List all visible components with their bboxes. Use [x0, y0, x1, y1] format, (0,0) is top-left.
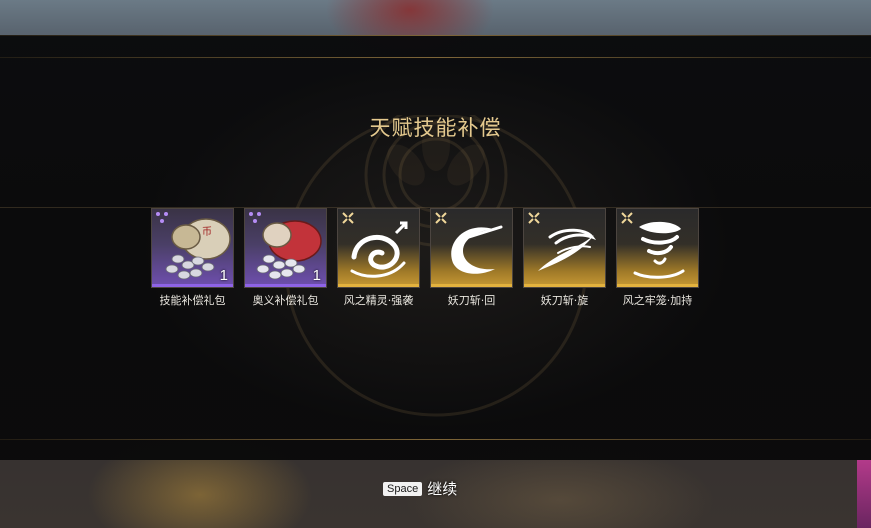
- reward-item-spiral-slash[interactable]: 妖刀斩·旋: [523, 208, 606, 308]
- reward-list: 币 1 技能补偿礼包 1 奥义补偿礼包 风之精灵·强袭 妖刀斩·回 妖刀斩·旋 …: [151, 208, 721, 308]
- continue-prompt[interactable]: Space 继续: [383, 478, 457, 499]
- reward-card[interactable]: 1: [244, 208, 327, 288]
- reward-label: 技能补偿礼包: [159, 294, 226, 307]
- reward-card[interactable]: [430, 208, 513, 288]
- reward-label: 风之牢笼·加持: [622, 294, 693, 307]
- wind-spirit-icon: [350, 221, 408, 278]
- reward-card[interactable]: [616, 208, 699, 288]
- dialog-top-inner-border: [0, 57, 871, 58]
- reward-label: 奥义补偿礼包: [252, 294, 319, 307]
- reward-item-wind-spirit[interactable]: 风之精灵·强袭: [337, 208, 420, 308]
- reward-label: 妖刀斩·旋: [540, 294, 589, 307]
- reward-count: 1: [219, 267, 228, 284]
- dialog-top-border: [0, 35, 871, 36]
- svg-text:币: 币: [202, 226, 212, 238]
- reward-item-wind-cage[interactable]: 风之牢笼·加持: [616, 208, 699, 308]
- reward-card[interactable]: [337, 208, 420, 288]
- continue-label[interactable]: 继续: [427, 478, 457, 499]
- crescent-slash-icon: [451, 225, 503, 274]
- reward-count: 1: [312, 267, 321, 284]
- reward-item-crescent-slash[interactable]: 妖刀斩·回: [430, 208, 513, 308]
- reward-card[interactable]: [523, 208, 606, 288]
- spiral-slash-icon: [538, 228, 597, 271]
- tornado-icon: [633, 221, 685, 279]
- reward-label: 风之精灵·强袭: [343, 294, 414, 307]
- reward-item-skill-pack[interactable]: 币 1 技能补偿礼包: [151, 208, 234, 308]
- reward-card[interactable]: 币 1: [151, 208, 234, 288]
- reward-item-ultimate-pack[interactable]: 1 奥义补偿礼包: [244, 208, 327, 308]
- reward-label: 妖刀斩·回: [447, 294, 496, 307]
- space-key-hint[interactable]: Space: [383, 481, 423, 496]
- dialog-bottom-border: [0, 439, 871, 440]
- dialog-title: 天赋技能补偿: [369, 116, 502, 140]
